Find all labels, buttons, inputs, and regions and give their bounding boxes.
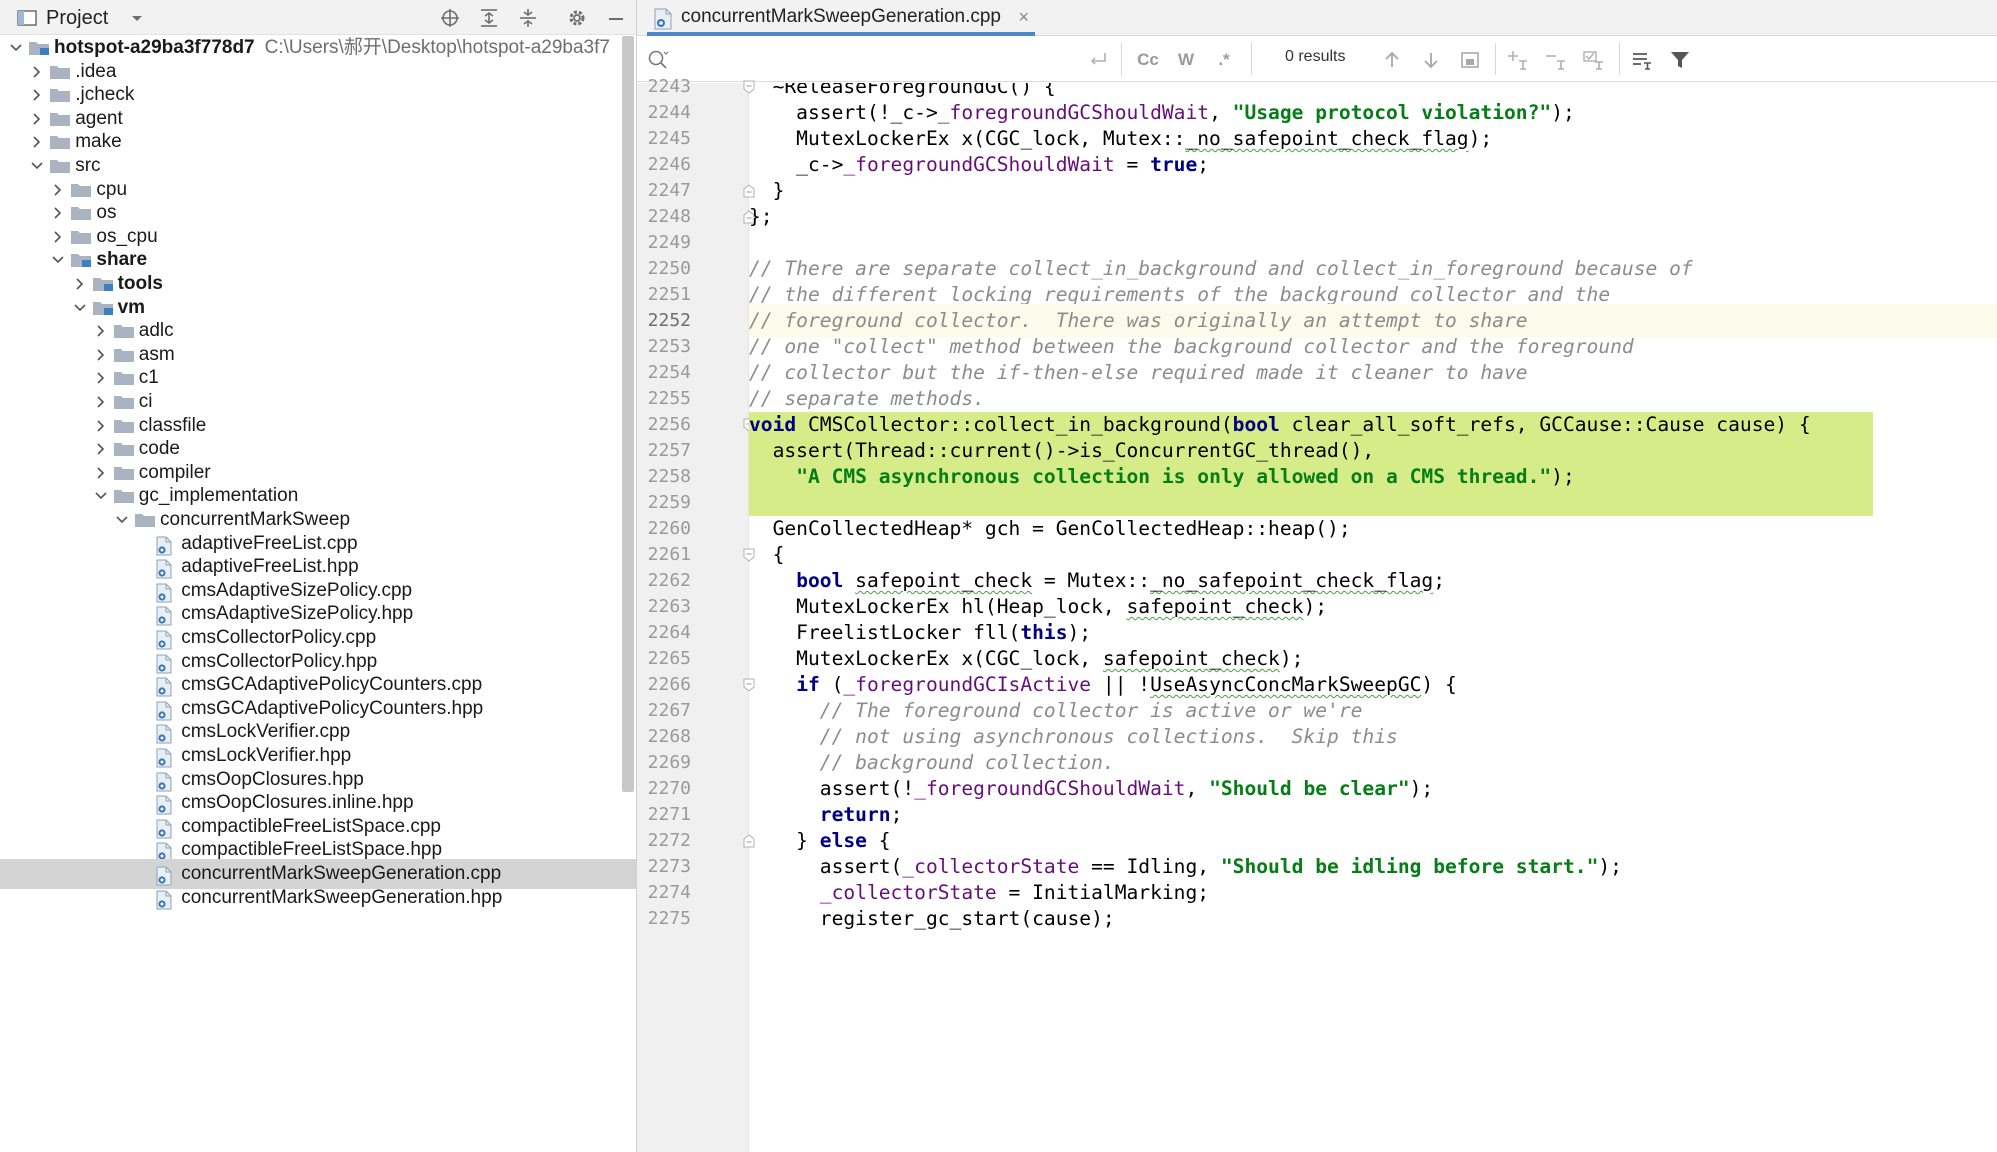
folder-icon <box>28 40 50 56</box>
folder-icon <box>49 87 71 103</box>
folder-icon <box>49 134 71 150</box>
tree-item-label: concurrentMarkSweepGeneration.hpp <box>181 886 503 908</box>
folder-icon <box>113 347 135 363</box>
cpp-file-icon <box>155 677 177 697</box>
cpp-file-icon <box>155 748 177 768</box>
add-occurrence-icon[interactable] <box>1505 47 1531 73</box>
cpp-file-icon <box>155 654 177 674</box>
cpp-file-icon <box>155 890 177 910</box>
remove-occurrence-icon[interactable] <box>1543 47 1569 73</box>
line-number-gutter: 2243 2244 2245 2246 2247 2248 2249 2250 2251 2252… <box>637 76 755 1152</box>
line-number[interactable]: 2275 <box>637 902 691 935</box>
new-line-icon[interactable] <box>1085 47 1111 73</box>
cpp-file-icon <box>155 772 177 792</box>
editor-tab-bar: concurrentMarkSweepGeneration.cpp × <box>637 0 1997 36</box>
cpp-file-icon <box>155 866 177 886</box>
open-in-window-icon[interactable] <box>1457 47 1483 73</box>
folder-icon <box>70 229 92 245</box>
collapse-all-icon[interactable] <box>517 7 539 29</box>
separator <box>1619 43 1620 75</box>
cpp-file-icon <box>155 559 177 579</box>
module-folder-icon <box>92 300 114 316</box>
locate-file-icon[interactable] <box>439 7 461 29</box>
folder-icon <box>49 111 71 127</box>
regex-icon[interactable]: .* <box>1211 47 1237 73</box>
cpp-file-icon <box>155 606 177 626</box>
cpp-file-icon <box>155 819 177 839</box>
close-icon[interactable]: × <box>1019 0 1030 34</box>
editor-panel: concurrentMarkSweepGeneration.cpp × Cc W… <box>636 0 1997 1152</box>
folder-icon <box>113 418 135 434</box>
code-area[interactable]: ~ReleaseForegroundGC() { assert(!_c->_fo… <box>749 83 1997 1152</box>
folder-icon <box>113 441 135 457</box>
folder-icon <box>70 205 92 221</box>
folder-icon <box>70 182 92 198</box>
whole-words-icon[interactable]: W <box>1173 47 1199 73</box>
filter-icon[interactable] <box>1667 47 1693 73</box>
project-path: C:\Users\郝开\Desktop\hotspot-a29ba3f7 <box>264 37 610 58</box>
separator <box>1121 43 1122 75</box>
cpp-file-icon <box>155 842 177 862</box>
tree-file-item[interactable]: concurrentMarkSweepGeneration.hpp <box>0 883 636 913</box>
folder-icon <box>113 394 135 410</box>
separator <box>1495 43 1496 75</box>
cpp-file-icon <box>155 583 177 603</box>
code-line[interactable]: register_gc_start(cause); <box>749 902 1997 935</box>
tab-editor-file[interactable]: concurrentMarkSweepGeneration.cpp × <box>647 0 1036 36</box>
match-case-icon[interactable]: Cc <box>1135 47 1161 73</box>
project-panel: Project hotspot-a29ba3f778d7 C:\Users\郝开\… <box>0 0 636 1152</box>
select-all-occurrences-icon[interactable] <box>1581 47 1607 73</box>
arrow-down-icon[interactable] <box>1418 47 1444 73</box>
gear-icon[interactable] <box>566 7 588 29</box>
cpp-file-icon <box>155 795 177 815</box>
project-panel-title[interactable]: Project <box>46 5 108 31</box>
folder-icon <box>113 323 135 339</box>
cpp-file-icon <box>155 630 177 650</box>
folder-icon <box>134 512 156 528</box>
module-folder-icon <box>70 252 92 268</box>
module-folder-icon <box>92 276 114 292</box>
arrow-up-icon[interactable] <box>1379 47 1405 73</box>
code-line-text: register_gc_start(cause); <box>749 907 1115 930</box>
cpp-file-icon <box>155 724 177 744</box>
expand-all-icon[interactable] <box>478 7 500 29</box>
hide-panel-icon[interactable] <box>605 7 627 29</box>
project-scrollbar[interactable] <box>622 36 634 792</box>
search-results-count: 0 results <box>1285 48 1346 65</box>
cpp-file-icon <box>155 701 177 721</box>
folder-icon <box>49 64 71 80</box>
chevron-down-icon[interactable] <box>126 7 148 29</box>
project-view-icon <box>16 7 38 29</box>
filter-search-results-icon[interactable] <box>1629 47 1655 73</box>
cpp-file-icon <box>155 536 177 556</box>
folder-icon <box>113 370 135 386</box>
find-bar: Cc W .* 0 results <box>637 37 1997 82</box>
separator <box>1251 43 1252 75</box>
folder-icon <box>113 488 135 504</box>
folder-icon <box>49 158 71 174</box>
project-panel-header: Project <box>0 0 636 35</box>
folder-icon <box>113 465 135 481</box>
tab-label: concurrentMarkSweepGeneration.cpp <box>681 6 1002 27</box>
